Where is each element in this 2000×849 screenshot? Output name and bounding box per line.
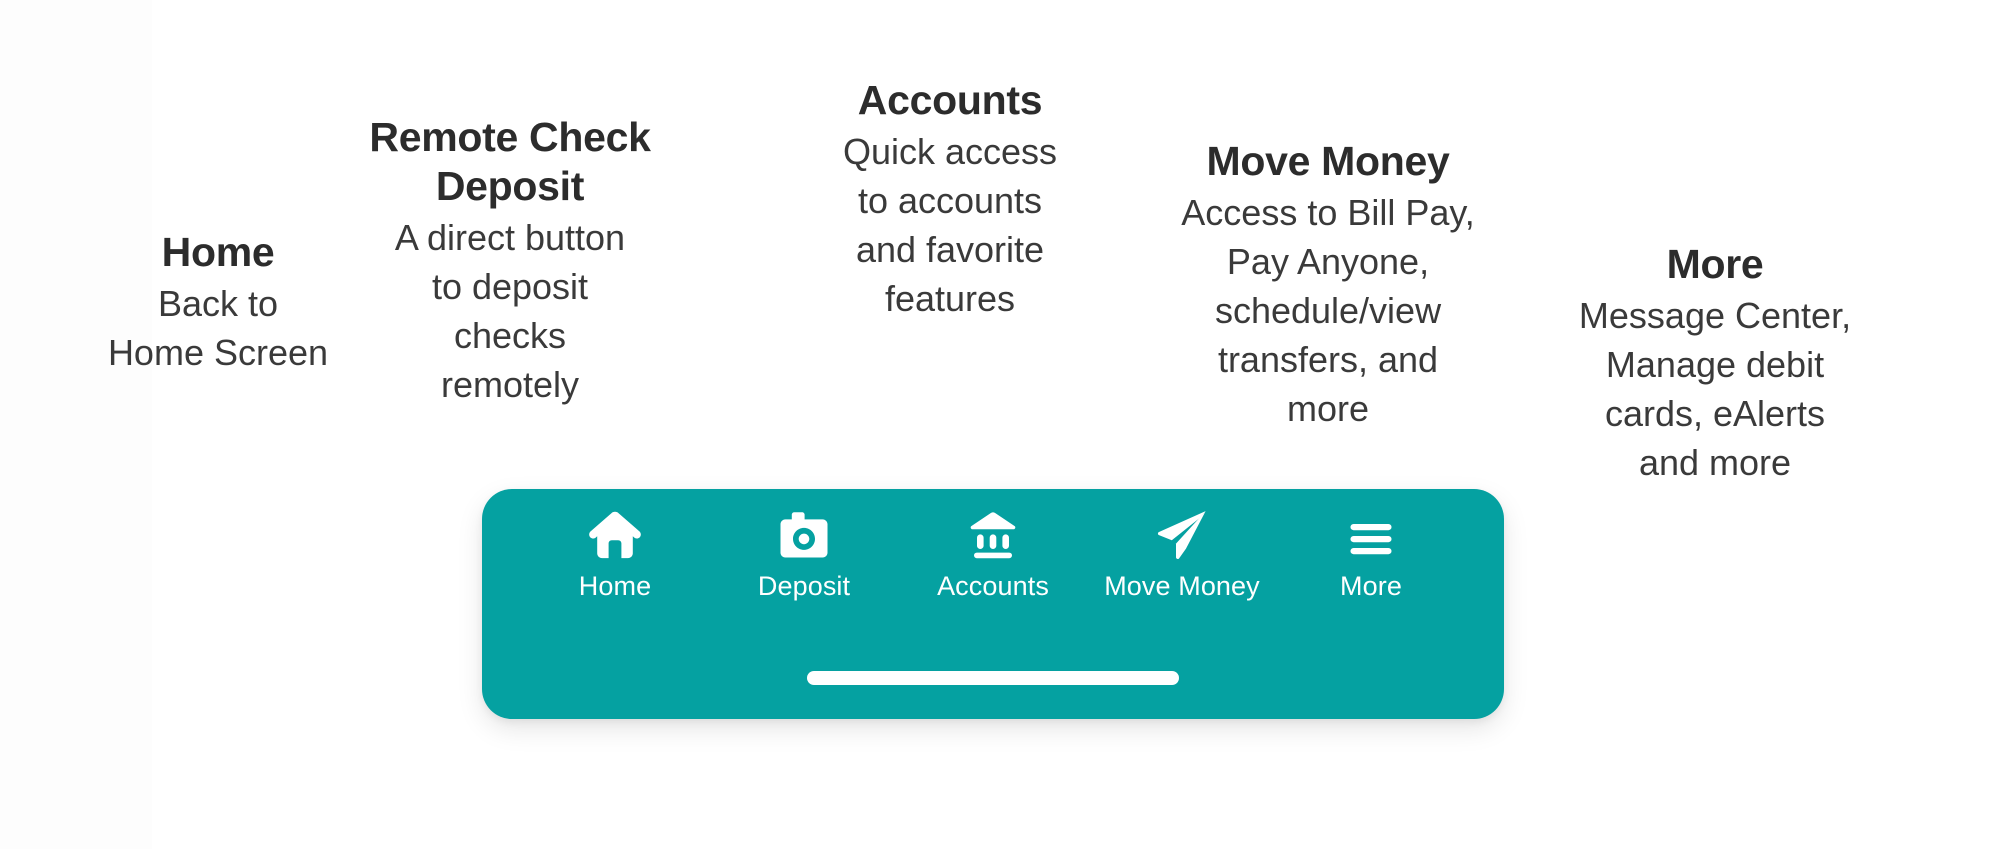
nav-item-deposit-label: Deposit xyxy=(757,571,851,601)
nav-item-more-label: More xyxy=(1340,571,1402,601)
nav-item-deposit[interactable]: Deposit xyxy=(711,507,897,601)
callout-home-description: Back to Home Screen xyxy=(107,283,329,373)
callout-accounts-title: Accounts xyxy=(857,77,1043,123)
callout-remote-check-deposit: Remote Check Deposit A direct button to … xyxy=(340,113,680,409)
nav-item-move-money[interactable]: Move Money xyxy=(1089,507,1275,601)
home-icon xyxy=(588,507,642,563)
callout-accounts: Accounts Quick access to accounts and fa… xyxy=(805,76,1095,323)
paper-plane-icon xyxy=(1154,507,1210,563)
callout-more-description: Message Center, Manage debit cards, eAle… xyxy=(1578,295,1852,483)
mobile-bottom-navigation-bar: Home Deposit Accounts Move Money More xyxy=(482,489,1504,719)
hamburger-menu-icon xyxy=(1344,507,1398,563)
callout-home: Home Back to Home Screen xyxy=(58,228,378,377)
nav-item-home[interactable]: Home xyxy=(522,507,708,601)
callout-more-title: More xyxy=(1666,241,1764,287)
nav-items-row: Home Deposit Accounts Move Money More xyxy=(522,507,1464,601)
callout-more: More Message Center, Manage debit cards,… xyxy=(1540,240,1890,487)
nav-item-accounts-label: Accounts xyxy=(937,571,1049,601)
callout-move-money-title: Move Money xyxy=(1206,138,1450,184)
callout-accounts-description: Quick access to accounts and favorite fe… xyxy=(842,131,1058,319)
screenshot-canvas: Home Back to Home Screen Remote Check De… xyxy=(0,0,2000,849)
nav-item-more[interactable]: More xyxy=(1278,507,1464,601)
bank-icon xyxy=(966,507,1020,563)
nav-item-home-label: Home xyxy=(578,571,652,601)
callout-move-money: Move Money Access to Bill Pay, Pay Anyon… xyxy=(1148,137,1508,433)
camera-icon xyxy=(777,507,831,563)
home-indicator-bar[interactable] xyxy=(807,671,1179,685)
nav-item-accounts[interactable]: Accounts xyxy=(900,507,1086,601)
callout-remote-check-deposit-title: Remote Check Deposit xyxy=(369,114,651,209)
callout-remote-check-deposit-description: A direct button to deposit checks remote… xyxy=(394,217,626,405)
callout-home-title: Home xyxy=(161,229,275,275)
background-panel-edge xyxy=(0,0,152,849)
nav-item-move-money-label: Move Money xyxy=(1104,571,1260,601)
callout-move-money-description: Access to Bill Pay, Pay Anyone, schedule… xyxy=(1181,192,1475,429)
